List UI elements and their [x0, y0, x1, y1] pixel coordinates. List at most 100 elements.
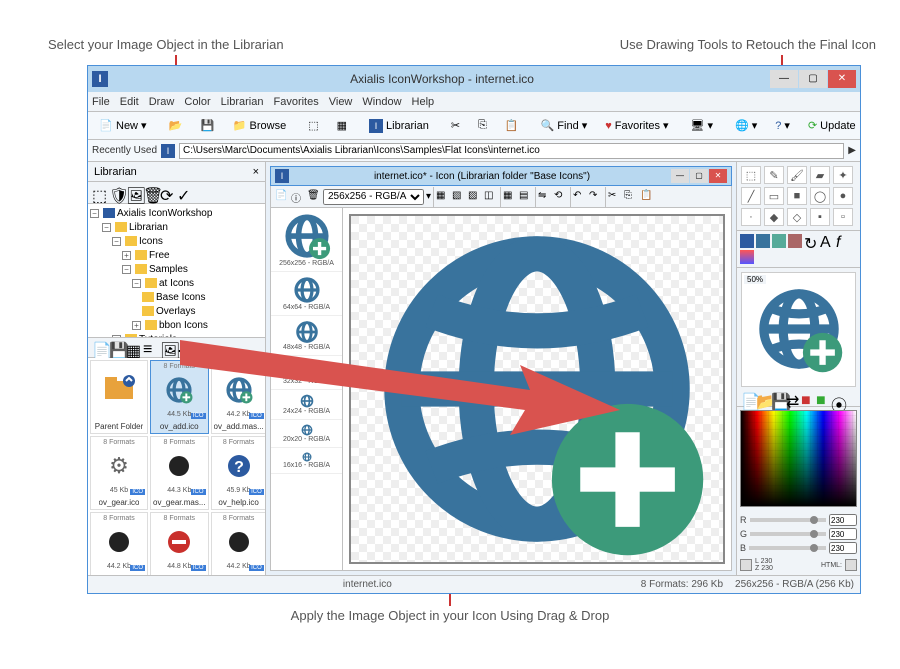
tool-line[interactable]: ╱ — [741, 187, 761, 205]
sh-5[interactable]: ↻ — [804, 234, 818, 248]
document-titlebar[interactable]: I internet.ico* - Icon (Librarian folder… — [270, 166, 732, 186]
menu-draw[interactable]: Draw — [149, 96, 175, 108]
display-button[interactable]: 🖥▾ — [684, 115, 721, 137]
tool-rect[interactable]: ▭ — [764, 187, 784, 205]
menu-color[interactable]: Color — [184, 96, 210, 108]
thumb-item[interactable]: 8 Formats44.2 Kbov_remove...ICO — [211, 512, 265, 575]
lib-shield-icon[interactable]: 🛡 — [109, 186, 123, 200]
pal-new-icon[interactable]: 📄 — [741, 392, 753, 404]
menu-file[interactable]: File — [92, 96, 110, 108]
sh-grad[interactable] — [740, 250, 754, 264]
tool-brush[interactable]: 🖌 — [787, 166, 807, 184]
doc-cut-icon[interactable]: ✂ — [608, 190, 622, 204]
thumb-img-icon[interactable]: 🖼 — [160, 341, 174, 355]
copy-button[interactable]: ⎘ — [471, 115, 494, 137]
thumb-item[interactable]: 8 Formats44.5 Kbov_add.icoICO — [150, 360, 208, 434]
sh-3[interactable] — [772, 234, 786, 248]
doc-t3-icon[interactable]: ▨ — [468, 190, 482, 204]
lib-refresh-icon[interactable]: ⟳ — [160, 186, 174, 200]
format-item[interactable]: 48x48 - RGB/A — [271, 316, 342, 356]
favorites-button[interactable]: ♥Favorites▾ — [598, 115, 675, 137]
find-button[interactable]: 🔍Find▾ — [534, 115, 595, 137]
sh-f[interactable]: f — [836, 234, 850, 248]
thumb-item[interactable]: 8 Formats?45.9 Kbov_help.icoICO — [211, 436, 265, 510]
librarian-tree[interactable]: −Axialis IconWorkshop −Librarian−Icons+F… — [88, 204, 265, 338]
pal-save-icon[interactable]: 💾 — [771, 392, 783, 404]
tool-select[interactable]: ⬚ — [741, 166, 761, 184]
tree-node[interactable]: Overlays — [90, 304, 263, 318]
sh-1[interactable] — [740, 234, 754, 248]
format-item[interactable]: 32x32 - RGB/A — [271, 356, 342, 390]
lib-image-icon[interactable]: 🖼 — [126, 186, 140, 200]
tree-node[interactable]: −Librarian — [90, 220, 263, 234]
thumb-item[interactable]: 8 Formats44.3 Kbov_gear.mas...ICO — [150, 436, 208, 510]
tool-wand[interactable]: ✦ — [833, 166, 853, 184]
slider-g[interactable] — [750, 532, 826, 536]
sh-text[interactable]: A — [820, 234, 834, 248]
doc-redo-icon[interactable]: ↷ — [589, 190, 603, 204]
librarian-close-icon[interactable]: × — [253, 166, 259, 178]
format-item[interactable]: 16x16 - RGB/A — [271, 448, 342, 474]
doc-flip-icon[interactable]: ⇋ — [538, 190, 552, 204]
thumb-view-icon[interactable]: ▦ — [126, 341, 140, 355]
doc-t4-icon[interactable]: ◫ — [484, 190, 498, 204]
doc-maximize-button[interactable]: ▢ — [690, 169, 708, 183]
minimize-button[interactable]: — — [770, 70, 798, 88]
doc-i-icon[interactable]: ⓘ — [291, 190, 305, 204]
thumb-sort-icon[interactable]: ≡ — [143, 341, 157, 355]
doc-t2-icon[interactable]: ▧ — [452, 190, 466, 204]
tool-x1[interactable]: ▪ — [810, 208, 830, 226]
path-go-icon[interactable]: ▶ — [848, 145, 856, 156]
doc-copy-icon[interactable]: ⎘ — [624, 190, 638, 204]
tool-x2[interactable]: ▫ — [833, 208, 853, 226]
menu-window[interactable]: Window — [362, 96, 401, 108]
tree-node[interactable]: −Icons — [90, 234, 263, 248]
pal-picker-icon[interactable]: ⦿ — [831, 392, 843, 404]
tool-rect-fill[interactable]: ■ — [787, 187, 807, 205]
pal-open-icon[interactable]: 📂 — [756, 392, 768, 404]
tool-diamond[interactable]: ◆ — [764, 208, 784, 226]
save-button[interactable]: 💾 — [194, 115, 222, 137]
open-button[interactable]: 📂 — [162, 115, 190, 137]
menu-librarian[interactable]: Librarian — [221, 96, 264, 108]
librarian-button[interactable]: ILibrarian — [362, 115, 436, 137]
thumb-item[interactable]: 8 Formats⚙45 Kbov_gear.icoICO — [90, 436, 148, 510]
menu-help[interactable]: Help — [412, 96, 435, 108]
sh-4[interactable] — [788, 234, 802, 248]
thumb-item[interactable]: Parent Folder — [90, 360, 148, 434]
thumb-more-icon[interactable]: ⋯ — [177, 341, 191, 355]
thumb-save-icon[interactable]: 💾 — [109, 341, 123, 355]
doc-del-icon[interactable]: 🗑 — [307, 190, 321, 204]
doc-close-button[interactable]: ✕ — [709, 169, 727, 183]
lib-trash-icon[interactable]: 🗑 — [143, 186, 157, 200]
value-b[interactable] — [829, 542, 857, 554]
tree-node[interactable]: −at Icons — [90, 276, 263, 290]
swatch-b[interactable] — [845, 559, 857, 571]
swatch-a[interactable] — [740, 559, 752, 571]
value-r[interactable] — [829, 514, 857, 526]
close-button[interactable]: ✕ — [828, 70, 856, 88]
format-item[interactable]: 64x64 - RGB/A — [271, 272, 342, 316]
tree-node[interactable]: +bbon Icons — [90, 318, 263, 332]
new-button[interactable]: 📄New▾ — [92, 115, 154, 137]
tree-node[interactable]: −Samples — [90, 262, 263, 276]
doc-rot-icon[interactable]: ⟲ — [554, 190, 568, 204]
cut-button[interactable]: ✂ — [444, 115, 467, 137]
pal-r-icon[interactable]: ■ — [801, 392, 813, 404]
menu-view[interactable]: View — [329, 96, 353, 108]
menu-favorites[interactable]: Favorites — [273, 96, 318, 108]
slider-r[interactable] — [750, 518, 827, 522]
thumb-new-icon[interactable]: 📄 — [92, 341, 106, 355]
update-button[interactable]: ⟳Update — [801, 115, 860, 137]
doc-new-icon[interactable]: 📄 — [275, 190, 289, 204]
doc-grid2-icon[interactable]: ▤ — [519, 190, 533, 204]
web-button[interactable]: 🌐▾ — [728, 115, 764, 137]
lib-check-icon[interactable]: ✓ — [177, 186, 191, 200]
menu-edit[interactable]: Edit — [120, 96, 139, 108]
doc-paste-icon[interactable]: 📋 — [640, 190, 654, 204]
tool-ellipse-fill[interactable]: ● — [833, 187, 853, 205]
canvas[interactable] — [349, 214, 725, 564]
help-button[interactable]: ?▾ — [768, 115, 797, 137]
browse-button[interactable]: 📁Browse — [226, 115, 294, 137]
slider-b[interactable] — [749, 546, 826, 550]
